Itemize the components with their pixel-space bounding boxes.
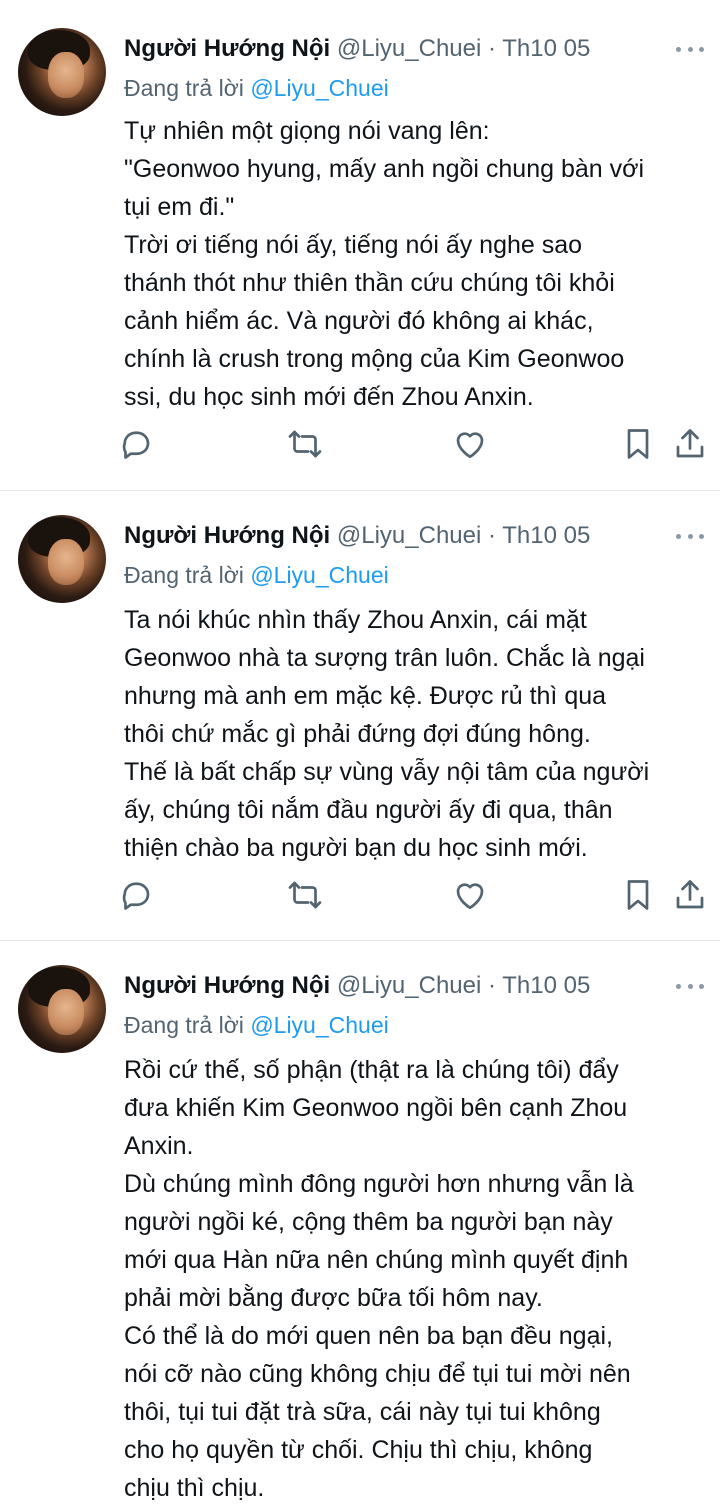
reply-icon[interactable] (118, 426, 154, 462)
tweet-actions (0, 426, 720, 466)
tweet-line: phải mời bằng được bữa tối hôm nay. (124, 1284, 543, 1312)
tweet-line: cảnh hiểm ác. Và người đó không ai khác, (124, 307, 594, 335)
tweet-line: thôi chứ mắc gì phải đứng đợi đúng hông. (124, 720, 591, 748)
author-handle[interactable]: @Liyu_Chuei (337, 972, 481, 999)
tweet-text: Rồi cứ thế, số phận (thật ra là chúng tô… (124, 1051, 704, 1506)
avatar[interactable] (18, 515, 106, 603)
tweet-line: Rồi cứ thế, số phận (thật ra là chúng tô… (124, 1056, 619, 1084)
author-name[interactable]: Người Hướng Nội (124, 972, 330, 999)
reply-prefix: Đang trả lời (124, 562, 244, 588)
tweet-line: nói cỡ nào cũng không chịu để tụi tui mờ… (124, 1360, 631, 1388)
tweet-header: Người Hướng Nội @Liyu_Chuei · Th10 05 (124, 969, 590, 1003)
separator-dot: · (488, 522, 496, 549)
tweet-date[interactable]: Th10 05 (502, 522, 590, 549)
tweet-date[interactable]: Th10 05 (502, 35, 590, 62)
more-icon[interactable] (676, 519, 704, 553)
reply-mention[interactable]: @Liyu_Chuei (250, 75, 388, 101)
separator-dot: · (488, 972, 496, 999)
like-icon[interactable] (452, 426, 488, 462)
reply-mention[interactable]: @Liyu_Chuei (250, 562, 388, 588)
tweet-line: tụi em đi." (124, 193, 235, 221)
reply-prefix: Đang trả lời (124, 1012, 244, 1038)
tweet-line: Geonwoo nhà ta sượng trân luôn. Chắc là … (124, 644, 645, 672)
retweet-icon[interactable] (287, 877, 323, 913)
reply-mention[interactable]: @Liyu_Chuei (250, 1012, 388, 1038)
replying-to: Đang trả lời @Liyu_Chuei (124, 559, 389, 591)
tweet-line: thánh thót như thiên thần cứu chúng tôi … (124, 269, 615, 297)
tweet-line: nhưng mà anh em mặc kệ. Được rủ thì qua (124, 682, 607, 710)
tweet-text: Tự nhiên một giọng nói vang lên: "Geonwo… (124, 112, 704, 416)
reply-icon[interactable] (118, 877, 154, 913)
replying-to: Đang trả lời @Liyu_Chuei (124, 1009, 389, 1041)
tweet[interactable]: Người Hướng Nội @Liyu_Chuei · Th10 05 Đa… (0, 0, 720, 490)
reply-prefix: Đang trả lời (124, 75, 244, 101)
tweet[interactable]: Người Hướng Nội @Liyu_Chuei · Th10 05 Đa… (0, 491, 720, 939)
bookmark-icon[interactable] (620, 877, 656, 913)
avatar[interactable] (18, 965, 106, 1053)
author-handle[interactable]: @Liyu_Chuei (337, 35, 481, 62)
author-handle[interactable]: @Liyu_Chuei (337, 522, 481, 549)
share-icon[interactable] (672, 877, 708, 913)
tweet-line: thiện chào ba người bạn du học sinh mới. (124, 834, 588, 862)
bookmark-icon[interactable] (620, 426, 656, 462)
tweet-header: Người Hướng Nội @Liyu_Chuei · Th10 05 (124, 519, 590, 553)
tweet-line: Ta nói khúc nhìn thấy Zhou Anxin, cái mặ… (124, 606, 587, 634)
tweet-line: Tự nhiên một giọng nói vang lên: (124, 117, 490, 145)
tweet-date[interactable]: Th10 05 (502, 972, 590, 999)
retweet-icon[interactable] (287, 426, 323, 462)
tweet-line: người ngồi ké, cộng thêm ba người bạn nà… (124, 1208, 613, 1236)
tweet-line: Trời ơi tiếng nói ấy, tiếng nói ấy nghe … (124, 231, 583, 259)
tweet-line: chịu thì chịu. (124, 1474, 265, 1502)
tweet-line: ssi, du học sinh mới đến Zhou Anxin. (124, 383, 534, 411)
tweet[interactable]: Người Hướng Nội @Liyu_Chuei · Th10 05 Đa… (0, 941, 720, 1506)
tweet-actions (0, 877, 720, 917)
tweet-line: mới qua Hàn nữa nên chúng mình quyết địn… (124, 1246, 629, 1274)
tweet-line: Thế là bất chấp sự vùng vẫy nội tâm của … (124, 758, 650, 786)
tweet-line: Anxin. (124, 1132, 194, 1160)
tweet-line: Dù chúng mình đông người hơn nhưng vẫn l… (124, 1170, 634, 1198)
tweet-line: ấy, chúng tôi nắm đầu người ấy đi qua, t… (124, 796, 613, 824)
like-icon[interactable] (452, 877, 488, 913)
tweet-text: Ta nói khúc nhìn thấy Zhou Anxin, cái mặ… (124, 601, 704, 867)
avatar[interactable] (18, 28, 106, 116)
tweet-line: chính là crush trong mộng của Kim Geonwo… (124, 345, 625, 373)
share-icon[interactable] (672, 426, 708, 462)
author-name[interactable]: Người Hướng Nội (124, 522, 330, 549)
author-name[interactable]: Người Hướng Nội (124, 35, 330, 62)
tweet-line: thôi, tụi tui đặt trà sữa, cái này tụi t… (124, 1398, 601, 1426)
tweet-line: cho họ quyền từ chối. Chịu thì chịu, khô… (124, 1436, 593, 1464)
replying-to: Đang trả lời @Liyu_Chuei (124, 72, 389, 104)
separator-dot: · (488, 35, 496, 62)
tweet-line: Có thể là do mới quen nên ba bạn đều ngạ… (124, 1322, 613, 1350)
more-icon[interactable] (676, 32, 704, 66)
tweet-line: "Geonwoo hyung, mấy anh ngồi chung bàn v… (124, 155, 645, 183)
tweet-header: Người Hướng Nội @Liyu_Chuei · Th10 05 (124, 32, 590, 66)
more-icon[interactable] (676, 969, 704, 1003)
tweet-line: đưa khiến Kim Geonwoo ngồi bên cạnh Zhou (124, 1094, 628, 1122)
